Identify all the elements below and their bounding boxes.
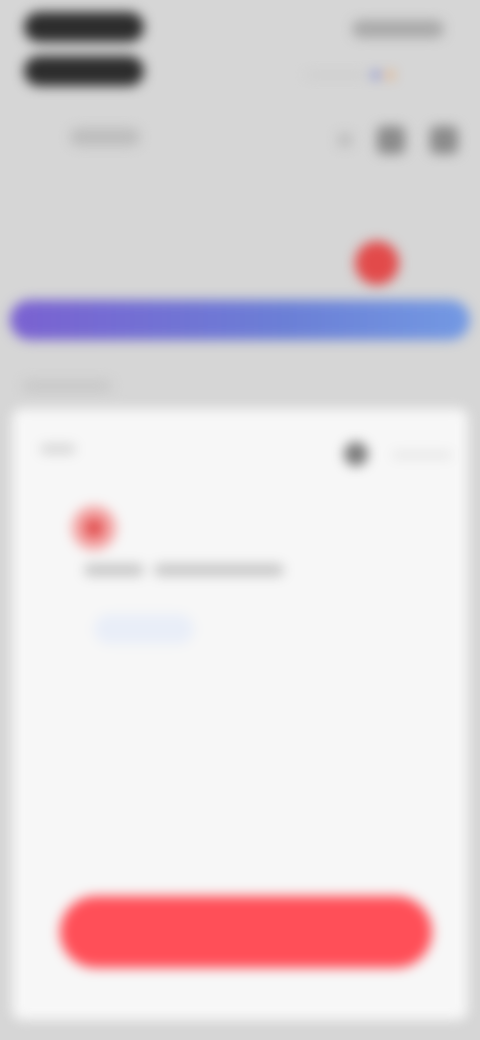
day-1[interactable] <box>80 205 126 285</box>
section-label <box>22 380 112 392</box>
settings-icon[interactable] <box>430 126 458 154</box>
day-2[interactable] <box>148 205 194 285</box>
more-icon[interactable] <box>344 442 368 466</box>
habit-tag[interactable] <box>94 614 194 644</box>
day-number <box>287 241 331 285</box>
day-4[interactable] <box>286 205 332 285</box>
card-top-right-line <box>392 452 452 458</box>
status-dot-orange <box>386 71 394 79</box>
day-number <box>355 241 400 285</box>
day-3[interactable] <box>217 205 263 285</box>
day-5[interactable] <box>354 205 400 285</box>
day-number <box>81 241 125 285</box>
habit-card <box>12 408 468 1020</box>
card-toolbar <box>12 408 468 478</box>
habit-icon-core <box>85 519 103 537</box>
header-subtitle <box>70 128 140 146</box>
day-number <box>424 241 468 285</box>
app-screen <box>0 0 480 1040</box>
day-number <box>12 241 56 285</box>
progress-banner[interactable] <box>10 300 470 340</box>
header-actions <box>338 120 458 160</box>
app-header <box>0 0 480 200</box>
status-line <box>306 73 366 77</box>
status-dot-blue <box>372 71 380 79</box>
day-number <box>149 241 193 285</box>
habit-icon <box>72 506 116 550</box>
header-top-right-text <box>352 20 444 38</box>
habit-meta-right <box>154 564 284 576</box>
page-title-line1 <box>24 12 144 42</box>
habit-meta-left <box>84 564 144 576</box>
habit-row[interactable] <box>72 504 392 552</box>
primary-action-button[interactable] <box>60 896 432 968</box>
page-title-block <box>24 12 144 102</box>
chevron-left-icon[interactable] <box>338 133 352 147</box>
day-6[interactable] <box>423 205 469 285</box>
calendar-icon[interactable] <box>377 126 405 154</box>
week-day-selector <box>0 200 480 290</box>
day-0[interactable] <box>11 205 57 285</box>
day-number <box>218 241 262 285</box>
page-title-line2 <box>24 56 144 86</box>
habit-meta <box>84 560 294 580</box>
status-strip <box>306 70 446 80</box>
card-top-left-text <box>40 444 76 454</box>
